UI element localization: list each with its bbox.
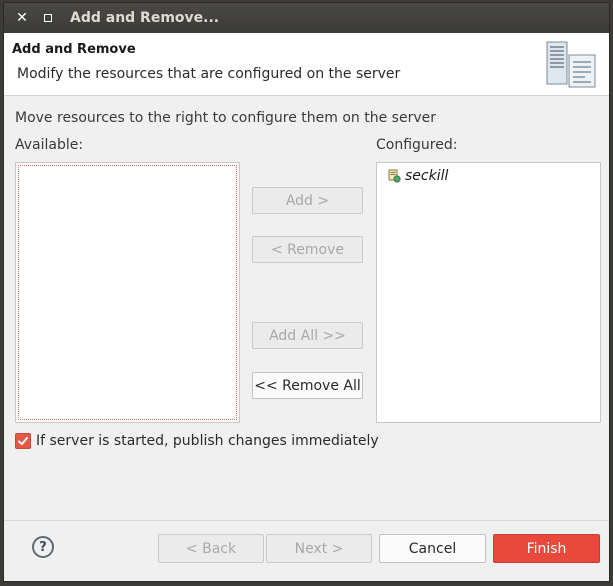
- page-description: Modify the resources that are configured…: [17, 66, 401, 82]
- help-button[interactable]: ?: [32, 536, 54, 558]
- configured-item-seckill[interactable]: seckill: [387, 167, 448, 185]
- add-remove-dialog: ✕ Add and Remove... Add and Remove Modif…: [3, 2, 610, 582]
- title-bar[interactable]: ✕ Add and Remove...: [4, 3, 609, 33]
- add-button[interactable]: Add >: [252, 187, 363, 214]
- web-module-icon: [388, 169, 401, 183]
- publish-checkbox[interactable]: [15, 433, 31, 449]
- configured-list[interactable]: seckill: [376, 162, 601, 423]
- help-icon: ?: [39, 539, 47, 555]
- back-button[interactable]: < Back: [158, 534, 264, 563]
- finish-button[interactable]: Finish: [493, 534, 600, 563]
- page-title: Add and Remove: [12, 42, 136, 57]
- header-banner: Add and Remove Modify the resources that…: [4, 33, 609, 96]
- maximize-icon: [44, 14, 52, 22]
- close-window-button[interactable]: ✕: [14, 10, 30, 26]
- available-list[interactable]: [15, 162, 240, 423]
- window-title: Add and Remove...: [70, 10, 220, 26]
- remove-all-button[interactable]: << Remove All: [252, 372, 363, 399]
- maximize-window-button[interactable]: [40, 10, 56, 26]
- cancel-button[interactable]: Cancel: [379, 534, 486, 563]
- publish-checkbox-label: If server is started, publish changes im…: [36, 433, 379, 449]
- item-label: seckill: [405, 168, 449, 184]
- publish-option[interactable]: If server is started, publish changes im…: [15, 433, 379, 449]
- add-all-button[interactable]: Add All >>: [252, 322, 363, 349]
- footer-divider: [4, 520, 609, 521]
- checkmark-icon: [18, 437, 28, 445]
- available-label: Available:: [15, 137, 84, 153]
- configured-label: Configured:: [376, 137, 458, 153]
- remove-button[interactable]: < Remove: [252, 236, 363, 263]
- next-button[interactable]: Next >: [266, 534, 372, 563]
- close-icon: ✕: [16, 10, 28, 26]
- server-icon: [546, 41, 596, 88]
- instructions-text: Move resources to the right to configure…: [15, 110, 436, 126]
